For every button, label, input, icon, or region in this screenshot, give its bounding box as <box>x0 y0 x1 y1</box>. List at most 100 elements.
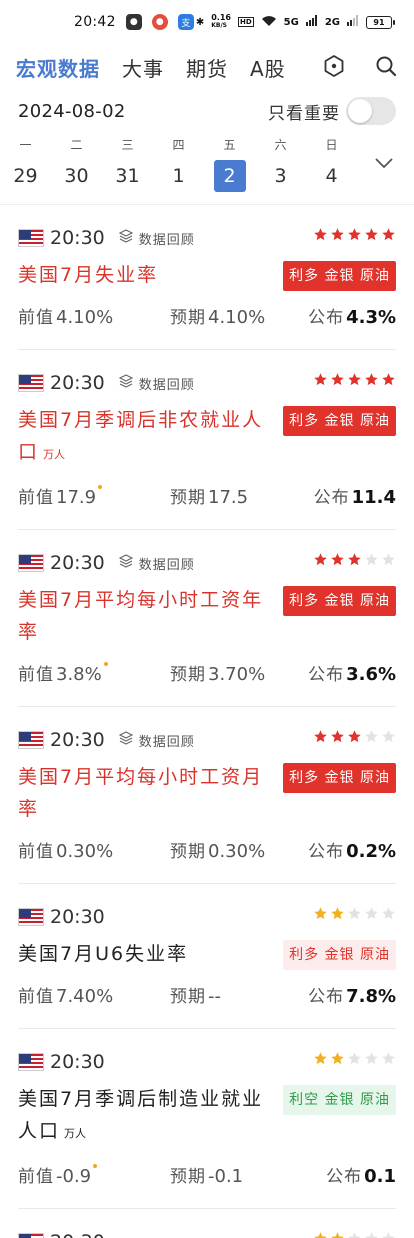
star-icon <box>348 228 361 241</box>
star-icon <box>382 553 395 566</box>
event-title-text: 美国7月平均每小时工资月率 <box>18 766 264 820</box>
event-title[interactable]: 美国7月平均每小时工资月率 <box>18 761 278 825</box>
weekday-label: 日 <box>325 138 338 152</box>
star-icon <box>348 1052 361 1065</box>
star-icon <box>365 1232 378 1238</box>
bluetooth-icon: ✱ <box>195 16 205 28</box>
star-icon <box>314 553 327 566</box>
star-icon <box>314 1052 327 1065</box>
week-dates: 29 30 31 1 2 3 4 <box>0 160 357 192</box>
data-review-link[interactable]: 数据回顾 <box>118 731 195 750</box>
tab-macro-data[interactable]: 宏观数据 <box>16 53 100 82</box>
event-card[interactable]: 20:30 数据回顾 美国7月失业率 利多 金银 原油 前值 4.10% 预期 4.10% 公布… <box>18 205 396 350</box>
forecast-value: 预期 -- <box>170 982 221 1007</box>
previous-value: 前值 -0.9 <box>18 1162 98 1187</box>
status-right: ✱ 0.16 KB/S HD 5G 2G 91 <box>195 13 395 30</box>
star-icon <box>382 1232 395 1238</box>
flag-canton <box>19 1234 31 1238</box>
star-icon <box>331 907 344 920</box>
forecast-number: -0.1 <box>208 1165 244 1187</box>
star-icon <box>382 228 395 241</box>
importance-stars <box>313 906 396 921</box>
data-review-link[interactable]: 数据回顾 <box>118 229 195 248</box>
date-cell[interactable]: 30 <box>51 160 102 192</box>
star-icon <box>382 730 395 743</box>
data-review-label: 数据回顾 <box>138 734 195 750</box>
event-values: 前值 4.10% 预期 4.10% 公布 4.3% <box>18 295 396 335</box>
published-value: 公布 4.3% <box>308 303 396 328</box>
important-only-toggle[interactable] <box>346 97 396 125</box>
forecast-value: 预期 4.10% <box>170 303 265 328</box>
data-review-label: 数据回顾 <box>138 557 195 573</box>
date-cell[interactable]: 1 <box>153 160 204 192</box>
chevron-down-icon[interactable] <box>374 154 394 173</box>
weekday-label: 三 <box>121 138 134 152</box>
star-icon <box>331 373 344 386</box>
previous-number: 3.8% <box>56 663 102 685</box>
published-label: 公布 <box>308 664 345 685</box>
previous-value: 前值 17.9 <box>18 483 103 508</box>
event-card[interactable]: 20:30 美国7月季调后制造业就业人口 万人 利空 金银 原油 前值 -0.9 预期 -0.… <box>18 1029 396 1209</box>
tab-a-shares[interactable]: A股 <box>250 53 286 82</box>
net-speed-value: 0.16 <box>211 13 231 22</box>
event-unit: 万人 <box>64 1127 87 1140</box>
event-title[interactable]: 美国7月U6失业率 <box>18 938 278 970</box>
star-icon <box>382 373 395 386</box>
event-card[interactable]: 20:30 <box>18 1209 396 1238</box>
event-list: 20:30 数据回顾 美国7月失业率 利多 金银 原油 前值 4.10% 预期 4.10% 公布… <box>0 205 414 1238</box>
star-icon <box>348 1232 361 1238</box>
previous-value: 前值 3.8% <box>18 660 108 685</box>
star-icon <box>331 730 344 743</box>
previous-number: 7.40% <box>56 985 114 1007</box>
tab-futures[interactable]: 期货 <box>186 53 228 82</box>
star-icon <box>314 730 327 743</box>
star-icon <box>314 1232 327 1238</box>
star-icon <box>348 553 361 566</box>
app-notification-icon-2: ● <box>151 14 168 30</box>
tab-events[interactable]: 大事 <box>122 53 164 82</box>
us-flag-icon <box>18 731 44 749</box>
date-cell[interactable]: 29 <box>0 160 51 192</box>
current-date[interactable]: 2024-08-02 <box>18 101 126 122</box>
event-title[interactable]: 美国7月季调后非农就业人口 万人 <box>18 404 278 471</box>
published-value: 公布 0.2% <box>308 837 396 862</box>
data-review-link[interactable]: 数据回顾 <box>118 554 195 573</box>
event-title[interactable]: 美国7月季调后制造业就业人口 万人 <box>18 1083 278 1150</box>
data-review-link[interactable]: 数据回顾 <box>118 374 195 393</box>
star-icon <box>382 907 395 920</box>
date-cell[interactable]: 4 <box>306 160 357 192</box>
date-row: 2024-08-02 只看重要 <box>0 90 414 132</box>
event-title[interactable]: 美国7月失业率 <box>18 259 278 291</box>
nav-icons <box>320 52 400 80</box>
date-cell[interactable]: 3 <box>255 160 306 192</box>
event-title-text: 美国7月平均每小时工资年率 <box>18 589 264 643</box>
impact-tag: 利多 金银 原油 <box>283 940 396 970</box>
date-cell[interactable]: 31 <box>102 160 153 192</box>
event-title[interactable]: 美国7月平均每小时工资年率 <box>18 584 278 648</box>
importance-stars <box>313 1231 396 1238</box>
weekday-label: 六 <box>274 138 287 152</box>
event-card[interactable]: 20:30 数据回顾 美国7月平均每小时工资月率 利多 金银 原油 前值 0.30% 预期 0… <box>18 707 396 884</box>
settings-hexagon-icon[interactable] <box>320 52 348 80</box>
published-label: 公布 <box>326 1166 363 1187</box>
event-title-text: 美国7月季调后制造业就业人口 <box>18 1088 264 1142</box>
previous-number: 4.10% <box>56 306 114 328</box>
date-cell-selected[interactable]: 2 <box>213 160 246 192</box>
signal-bars-icon-2 <box>347 15 359 29</box>
star-icon <box>365 228 378 241</box>
forecast-value: 预期 17.5 <box>170 483 248 508</box>
signal-bars-icon <box>305 15 318 29</box>
previous-label: 前值 <box>18 664 54 685</box>
search-icon[interactable] <box>372 52 400 80</box>
event-card[interactable]: 20:30 数据回顾 美国7月平均每小时工资年率 利多 金银 原油 前值 3.8% 预期 3.… <box>18 530 396 707</box>
event-card[interactable]: 20:30 美国7月U6失业率 利多 金银 原油 前值 7.40% 预期 -- 公布 7.8% <box>18 884 396 1029</box>
impact-tag: 利多 金银 原油 <box>283 763 396 793</box>
star-icon <box>331 1232 344 1238</box>
revised-dot <box>103 661 108 666</box>
event-time: 20:30 <box>50 227 105 249</box>
event-body: 美国7月平均每小时工资年率 利多 金银 原油 <box>18 584 396 648</box>
previous-label: 前值 <box>18 841 54 862</box>
published-number: 4.3% <box>346 306 396 328</box>
battery-icon: 91 <box>366 15 395 29</box>
event-card[interactable]: 20:30 数据回顾 美国7月季调后非农就业人口 万人 利多 金银 原油 前值 17.9 预期… <box>18 350 396 530</box>
